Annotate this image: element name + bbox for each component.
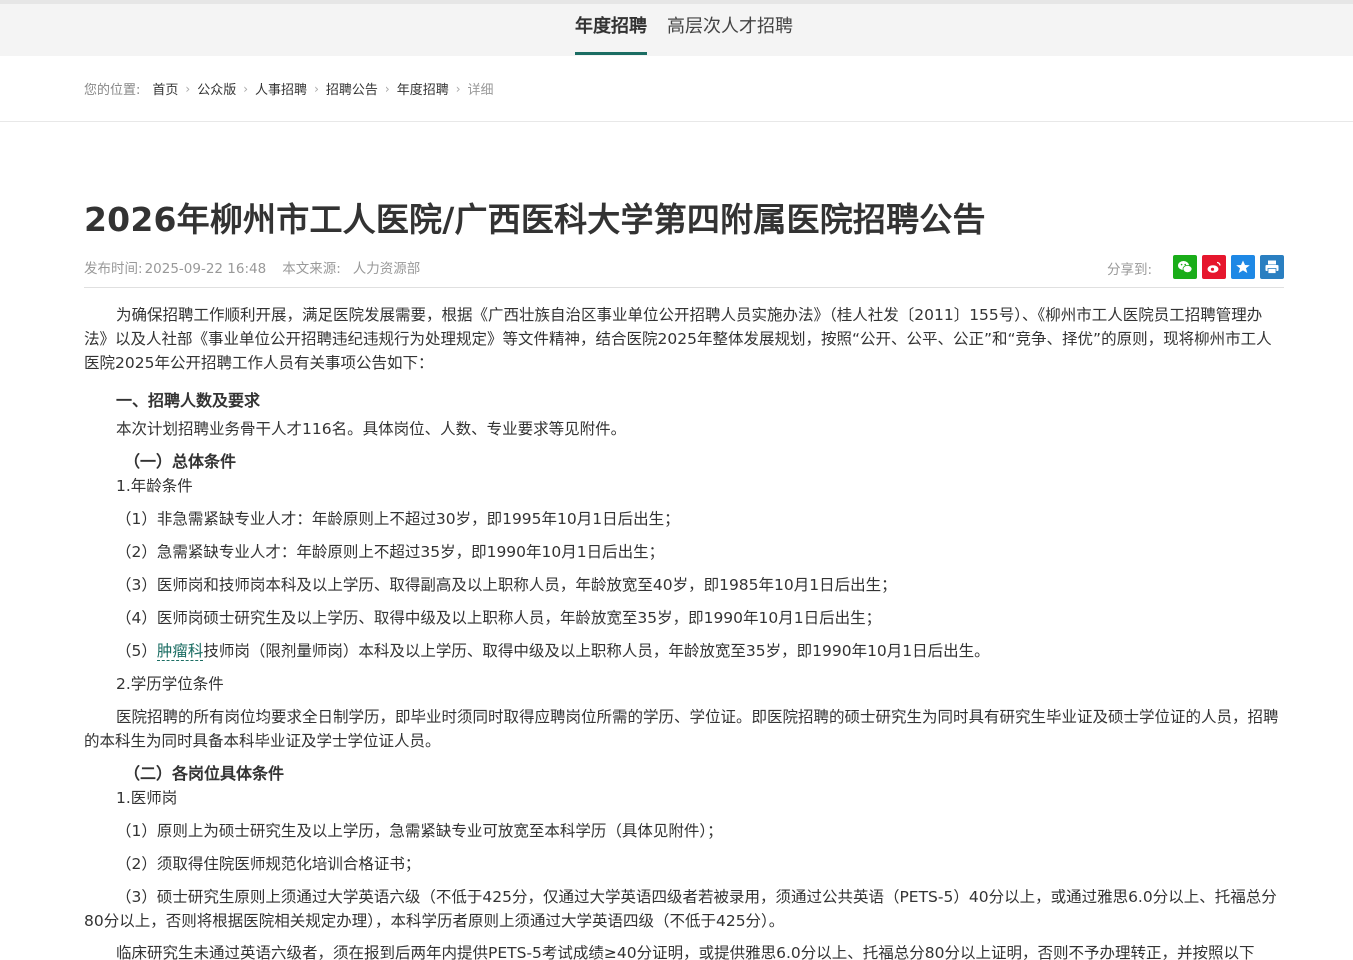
divider bbox=[84, 287, 1284, 288]
breadcrumb-hr-recruitment[interactable]: 人事招聘 bbox=[255, 79, 307, 98]
subsection-heading: （一）总体条件 bbox=[124, 452, 237, 471]
list-item: （3）硕士研究生原则上须通过大学英语六级（不低于425分，仅通过大学英语四级者若… bbox=[84, 888, 1277, 930]
breadcrumb-label: 您的位置: bbox=[84, 83, 141, 98]
chevron-right-icon: › bbox=[384, 81, 390, 96]
source-label: 本文来源: bbox=[282, 261, 341, 277]
publish-label: 发布时间: bbox=[84, 261, 143, 277]
chevron-right-icon: › bbox=[185, 81, 191, 96]
weibo-icon[interactable] bbox=[1202, 255, 1226, 279]
print-icon[interactable] bbox=[1260, 255, 1284, 279]
list-item: （3）医师岗和技师岗本科及以上学历、取得副高及以上职称人员，年龄放宽至40岁，即… bbox=[116, 576, 897, 594]
intro-paragraph: 为确保招聘工作顺利开展，满足医院发展需要，根据《广西壮族自治区事业单位公开招聘人… bbox=[84, 306, 1272, 372]
oncology-term-link[interactable]: 肿瘤科 bbox=[156, 642, 204, 661]
body-paragraph: 本次计划招聘业务骨干人才116名。具体岗位、人数、专业要求等见附件。 bbox=[116, 420, 627, 438]
breadcrumb-public-edition[interactable]: 公众版 bbox=[197, 79, 236, 98]
item-heading: 2.学历学位条件 bbox=[116, 675, 224, 693]
share-label: 分享到: bbox=[1107, 262, 1153, 278]
breadcrumb-announcements[interactable]: 招聘公告 bbox=[326, 79, 378, 98]
divider bbox=[0, 121, 1353, 122]
publish-time: 2025-09-22 16:48 bbox=[144, 261, 267, 277]
subsection-heading: （二）各岗位具体条件 bbox=[124, 764, 285, 783]
list-item: （5）肿瘤科技师岗（限剂量师岗）本科及以上学历、取得中级及以上职称人员，年龄放宽… bbox=[84, 639, 1284, 663]
tab-high-level-talent[interactable]: 高层次人才招聘 bbox=[667, 12, 793, 38]
chevron-right-icon: › bbox=[314, 81, 319, 96]
chevron-right-icon: › bbox=[243, 81, 249, 96]
list-item: （2）急需紧缺专业人才：年龄原则上不超过35岁，即1990年10月1日后出生； bbox=[116, 543, 665, 561]
body-paragraph: 临床研究生未通过英语六级者，须在报到后两年内提供PETS-5考试成绩≥40分证明… bbox=[116, 944, 1255, 960]
item-heading: 1.医师岗 bbox=[116, 789, 178, 807]
source-value: 人力资源部 bbox=[352, 261, 421, 277]
chevron-right-icon: › bbox=[455, 81, 461, 96]
section-heading: 一、招聘人数及要求 bbox=[116, 391, 261, 410]
list-item: （1）原则上为硕士研究生及以上学历，急需紧缺专业可放宽至本科学历（具体见附件）； bbox=[116, 822, 723, 840]
list-item-text: 技师岗（限剂量师岗）本科及以上学历、取得中级及以上职称人员，年龄放宽至35岁，即… bbox=[203, 642, 990, 660]
body-paragraph: 医院招聘的所有岗位均要求全日制学历，即毕业时须同时取得应聘岗位所需的学历、学位证… bbox=[84, 708, 1279, 750]
list-item: （4）医师岗硕士研究生及以上学历、取得中级及以上职称人员，年龄放宽至35岁，即1… bbox=[116, 609, 882, 627]
breadcrumb-current: 详细 bbox=[467, 83, 494, 98]
breadcrumb: 您的位置: 首页 › 公众版 › 人事招聘 › 招聘公告 › 年度招聘 › 详细 bbox=[84, 79, 494, 99]
tab-annual-recruitment[interactable]: 年度招聘 bbox=[575, 12, 647, 38]
breadcrumb-annual-recruitment[interactable]: 年度招聘 bbox=[397, 79, 449, 98]
favorite-star-icon[interactable] bbox=[1231, 255, 1255, 279]
article-title: 2026年柳州市工人医院/广西医科大学第四附属医院招聘公告 bbox=[84, 200, 986, 239]
list-item: （2）须取得住院医师规范化培训合格证书； bbox=[116, 855, 421, 873]
article-meta: 发布时间: 2025-09-22 16:48 本文来源: 人力资源部 bbox=[84, 257, 430, 277]
wechat-icon[interactable] bbox=[1173, 255, 1197, 279]
breadcrumb-home[interactable]: 首页 bbox=[152, 79, 178, 98]
list-item-prefix: （5） bbox=[116, 642, 157, 660]
list-item: （1）非急需紧缺专业人才：年龄原则上不超过30岁，即1995年10月1日后出生； bbox=[116, 510, 680, 528]
item-heading: 1.年龄条件 bbox=[116, 477, 193, 495]
active-tab-indicator bbox=[575, 52, 647, 55]
